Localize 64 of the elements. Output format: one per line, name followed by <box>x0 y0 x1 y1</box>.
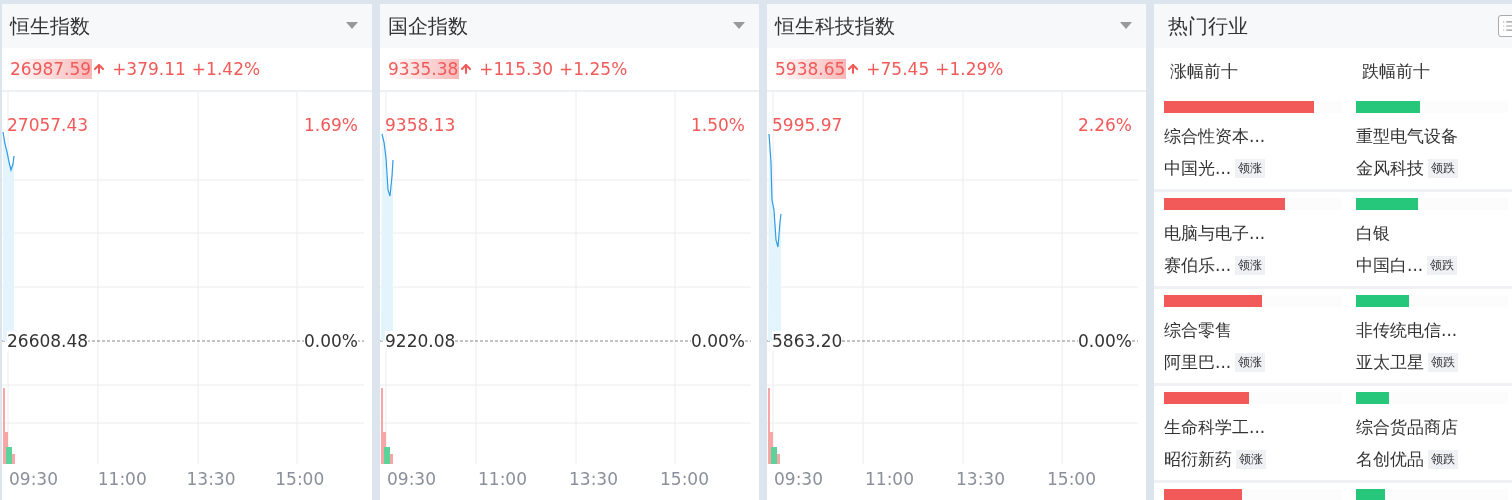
industry-name[interactable]: 综合零售 <box>1164 317 1346 343</box>
time-axis-label: 13:30 <box>956 468 1006 491</box>
high-percent-label: 2.26% <box>1078 115 1132 135</box>
base-price-label: 9220.08 <box>385 331 456 351</box>
dropdown-caret-icon[interactable] <box>733 22 745 30</box>
list-icon <box>1502 19 1512 33</box>
lead-tag: 领跌 <box>1427 255 1458 275</box>
leading-stock[interactable]: 阿里巴... <box>1164 349 1232 375</box>
panel-title: 国企指数 <box>388 12 468 40</box>
percent-change: +1.25% <box>559 59 628 79</box>
base-price-label: 26608.48 <box>7 331 89 351</box>
index-price: 9335.38 <box>387 59 460 79</box>
high-price-label: 9358.13 <box>385 115 456 135</box>
panel-title: 热门行业 <box>1168 12 1248 40</box>
industry-name[interactable]: 重型电气设备 <box>1356 123 1512 149</box>
leading-stock[interactable]: 中国白... <box>1356 252 1424 278</box>
leading-stock[interactable]: 亚太卫星 <box>1356 349 1424 375</box>
high-percent-label: 1.69% <box>304 115 358 135</box>
time-axis-label: 15:00 <box>275 468 326 491</box>
price-change: +115.30 <box>479 59 554 79</box>
index-price: 26987.59 <box>9 59 93 79</box>
dropdown-caret-icon[interactable] <box>1120 22 1132 30</box>
time-axis-label: 09:30 <box>387 468 437 491</box>
lead-tag: 领涨 <box>1235 255 1266 275</box>
time-axis-label: 13:30 <box>569 468 619 491</box>
leading-stock[interactable]: 金风科技 <box>1356 155 1424 181</box>
index-price: 5938.65 <box>774 59 847 79</box>
time-axis-label: 15:00 <box>660 468 710 491</box>
dropdown-caret-icon[interactable] <box>346 22 358 30</box>
lead-tag: 领涨 <box>1236 449 1266 469</box>
time-axis-label: 13:30 <box>186 468 237 491</box>
price-change: +75.45 <box>866 59 930 79</box>
lead-tag: 领跌 <box>1428 352 1458 372</box>
time-axis-label: 11:00 <box>865 468 915 491</box>
panel-title: 恒生指数 <box>10 12 90 40</box>
lead-tag: 领涨 <box>1235 158 1266 178</box>
column-header: 涨幅前十 <box>1169 60 1239 83</box>
panel-title: 恒生科技指数 <box>775 12 895 40</box>
base-price-label: 5863.20 <box>772 331 843 351</box>
industry-name[interactable]: 白银 <box>1356 220 1512 246</box>
high-percent-label: 1.50% <box>691 115 745 135</box>
leading-stock[interactable]: 昭衍新药 <box>1164 446 1232 472</box>
high-price-label: 27057.43 <box>7 115 89 135</box>
leading-stock[interactable]: 赛伯乐... <box>1164 252 1232 278</box>
industry-name[interactable]: 非传统电信... <box>1356 317 1512 343</box>
lead-tag: 领跌 <box>1428 449 1458 469</box>
leading-stock[interactable]: 名创优品 <box>1356 446 1424 472</box>
time-axis-label: 11:00 <box>478 468 528 491</box>
price-change: +379.11 <box>112 59 186 79</box>
percent-change: +1.29% <box>935 59 1004 79</box>
lead-tag: 领跌 <box>1428 158 1458 178</box>
percent-change: +1.42% <box>191 59 261 79</box>
leading-stock[interactable]: 中国光... <box>1164 155 1232 181</box>
time-axis-label: 09:30 <box>774 468 824 491</box>
industry-name[interactable]: 综合货品商店 <box>1356 414 1512 440</box>
time-axis-label: 09:30 <box>9 468 59 491</box>
industry-name[interactable]: 电脑与电子... <box>1164 220 1346 246</box>
time-axis-label: 11:00 <box>97 468 148 491</box>
industry-name[interactable]: 综合性资本... <box>1164 123 1346 149</box>
industry-name[interactable]: 生命科学工... <box>1164 414 1346 440</box>
time-axis-label: 15:00 <box>1047 468 1097 491</box>
high-price-label: 5995.97 <box>772 115 843 135</box>
lead-tag: 领涨 <box>1235 352 1266 372</box>
column-header: 跌幅前十 <box>1361 60 1431 83</box>
